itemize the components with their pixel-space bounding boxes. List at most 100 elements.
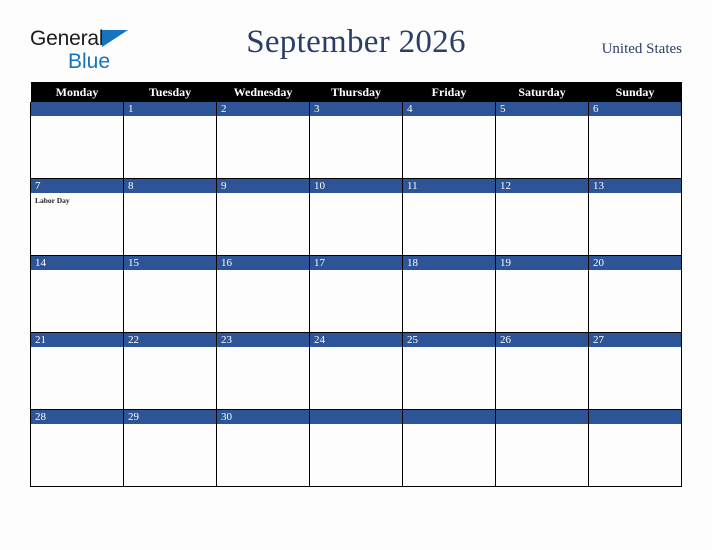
calendar-day-cell[interactable]: 1 [123, 102, 217, 179]
weekday-header-sunday: Sunday [588, 82, 682, 102]
calendar-day-cell[interactable]: 19 [495, 255, 589, 333]
day-cell-inner: 12 [496, 179, 588, 255]
calendar-day-cell[interactable]: 12 [495, 178, 589, 256]
calendar-day-cell[interactable] [309, 409, 403, 487]
day-cell-inner [403, 410, 495, 486]
weekday-header-tuesday: Tuesday [123, 82, 217, 102]
day-cell-inner: 16 [217, 256, 309, 332]
calendar-day-cell[interactable]: 3 [309, 102, 403, 179]
calendar-day-cell[interactable]: 7 Labor Day [30, 178, 124, 256]
calendar-day-cell[interactable] [588, 409, 682, 487]
day-number: 20 [589, 256, 681, 270]
day-cell-inner: 27 [589, 333, 681, 409]
day-cell-inner: 25 [403, 333, 495, 409]
day-cell-inner: 28 [31, 410, 123, 486]
day-number: 8 [124, 179, 216, 193]
calendar-day-cell[interactable]: 6 [588, 102, 682, 179]
calendar-day-cell[interactable]: 25 [402, 332, 496, 410]
day-number: 26 [496, 333, 588, 347]
day-number: 14 [31, 256, 123, 270]
day-cell-inner: 5 [496, 102, 588, 178]
calendar-day-cell[interactable]: 2 [216, 102, 310, 179]
day-cell-inner: 19 [496, 256, 588, 332]
calendar-day-cell[interactable]: 4 [402, 102, 496, 179]
calendar-day-cell[interactable] [402, 409, 496, 487]
weekday-header-thursday: Thursday [309, 82, 403, 102]
day-number [310, 410, 402, 424]
calendar-body: 1 2 3 4 5 6 7 Labor Day 8 9 10 11 12 13 14 15 16 17 18 19 20… [30, 102, 682, 487]
day-number: 1 [124, 102, 216, 116]
day-number: 27 [589, 333, 681, 347]
calendar-day-cell[interactable]: 26 [495, 332, 589, 410]
calendar-grid: Monday Tuesday Wednesday Thursday Friday… [30, 82, 682, 487]
day-cell-inner: 11 [403, 179, 495, 255]
day-number: 13 [589, 179, 681, 193]
day-cell-inner: 8 [124, 179, 216, 255]
calendar-day-cell[interactable]: 8 [123, 178, 217, 256]
calendar-day-cell[interactable]: 22 [123, 332, 217, 410]
calendar-day-cell[interactable]: 11 [402, 178, 496, 256]
day-number: 3 [310, 102, 402, 116]
day-cell-inner: 21 [31, 333, 123, 409]
weekday-header-wednesday: Wednesday [216, 82, 310, 102]
day-cell-inner: 22 [124, 333, 216, 409]
calendar-day-cell[interactable]: 14 [30, 255, 124, 333]
day-number: 12 [496, 179, 588, 193]
day-cell-inner: 10 [310, 179, 402, 255]
calendar-day-cell[interactable]: 5 [495, 102, 589, 179]
calendar-week-row: 123456 [30, 102, 682, 179]
day-number: 28 [31, 410, 123, 424]
day-number: 29 [124, 410, 216, 424]
day-cell-inner: 14 [31, 256, 123, 332]
day-number: 21 [31, 333, 123, 347]
calendar-day-cell[interactable]: 10 [309, 178, 403, 256]
calendar-day-cell[interactable]: 9 [216, 178, 310, 256]
calendar-day-cell[interactable]: 23 [216, 332, 310, 410]
calendar-day-cell[interactable] [30, 102, 124, 179]
day-cell-inner [31, 102, 123, 178]
calendar-day-cell[interactable]: 15 [123, 255, 217, 333]
day-number: 10 [310, 179, 402, 193]
day-cell-inner: 7 Labor Day [31, 179, 123, 255]
calendar-day-cell[interactable]: 30 [216, 409, 310, 487]
calendar-day-cell[interactable]: 16 [216, 255, 310, 333]
calendar-page: General Blue September 2026 United State… [0, 0, 712, 550]
calendar-day-cell[interactable]: 24 [309, 332, 403, 410]
calendar-week-row: 14 15 16 17 18 19 20 [30, 255, 682, 333]
day-cell-inner: 24 [310, 333, 402, 409]
day-cell-inner: 4 [403, 102, 495, 178]
calendar-day-cell[interactable] [495, 409, 589, 487]
calendar-day-cell[interactable]: 20 [588, 255, 682, 333]
calendar-day-cell[interactable]: 13 [588, 178, 682, 256]
calendar-day-cell[interactable]: 29 [123, 409, 217, 487]
calendar-day-cell[interactable]: 18 [402, 255, 496, 333]
day-cell-inner: 2 [217, 102, 309, 178]
calendar-day-cell[interactable]: 17 [309, 255, 403, 333]
day-cell-inner: 13 [589, 179, 681, 255]
day-cell-inner: 18 [403, 256, 495, 332]
day-cell-inner: 1 [124, 102, 216, 178]
day-number: 15 [124, 256, 216, 270]
day-cell-inner: 29 [124, 410, 216, 486]
day-cell-inner: 3 [310, 102, 402, 178]
day-number: 24 [310, 333, 402, 347]
calendar-day-cell[interactable]: 21 [30, 332, 124, 410]
day-number [403, 410, 495, 424]
day-number: 19 [496, 256, 588, 270]
day-number: 16 [217, 256, 309, 270]
day-number: 18 [403, 256, 495, 270]
page-header: General Blue September 2026 United State… [30, 24, 682, 76]
calendar-week-row: 7 Labor Day 8 9 10 11 12 13 [30, 178, 682, 256]
calendar-week-row: 21 22 23 24 25 26 27 [30, 332, 682, 410]
day-number: 7 [31, 179, 123, 193]
day-number: 5 [496, 102, 588, 116]
weekday-header-row: Monday Tuesday Wednesday Thursday Friday… [30, 82, 682, 102]
day-cell-inner [310, 410, 402, 486]
calendar-day-cell[interactable]: 27 [588, 332, 682, 410]
calendar-day-cell[interactable]: 28 [30, 409, 124, 487]
day-cell-inner: 17 [310, 256, 402, 332]
day-cell-inner: 30 [217, 410, 309, 486]
day-cell-inner [496, 410, 588, 486]
weekday-header-saturday: Saturday [495, 82, 589, 102]
weekday-header-friday: Friday [402, 82, 496, 102]
